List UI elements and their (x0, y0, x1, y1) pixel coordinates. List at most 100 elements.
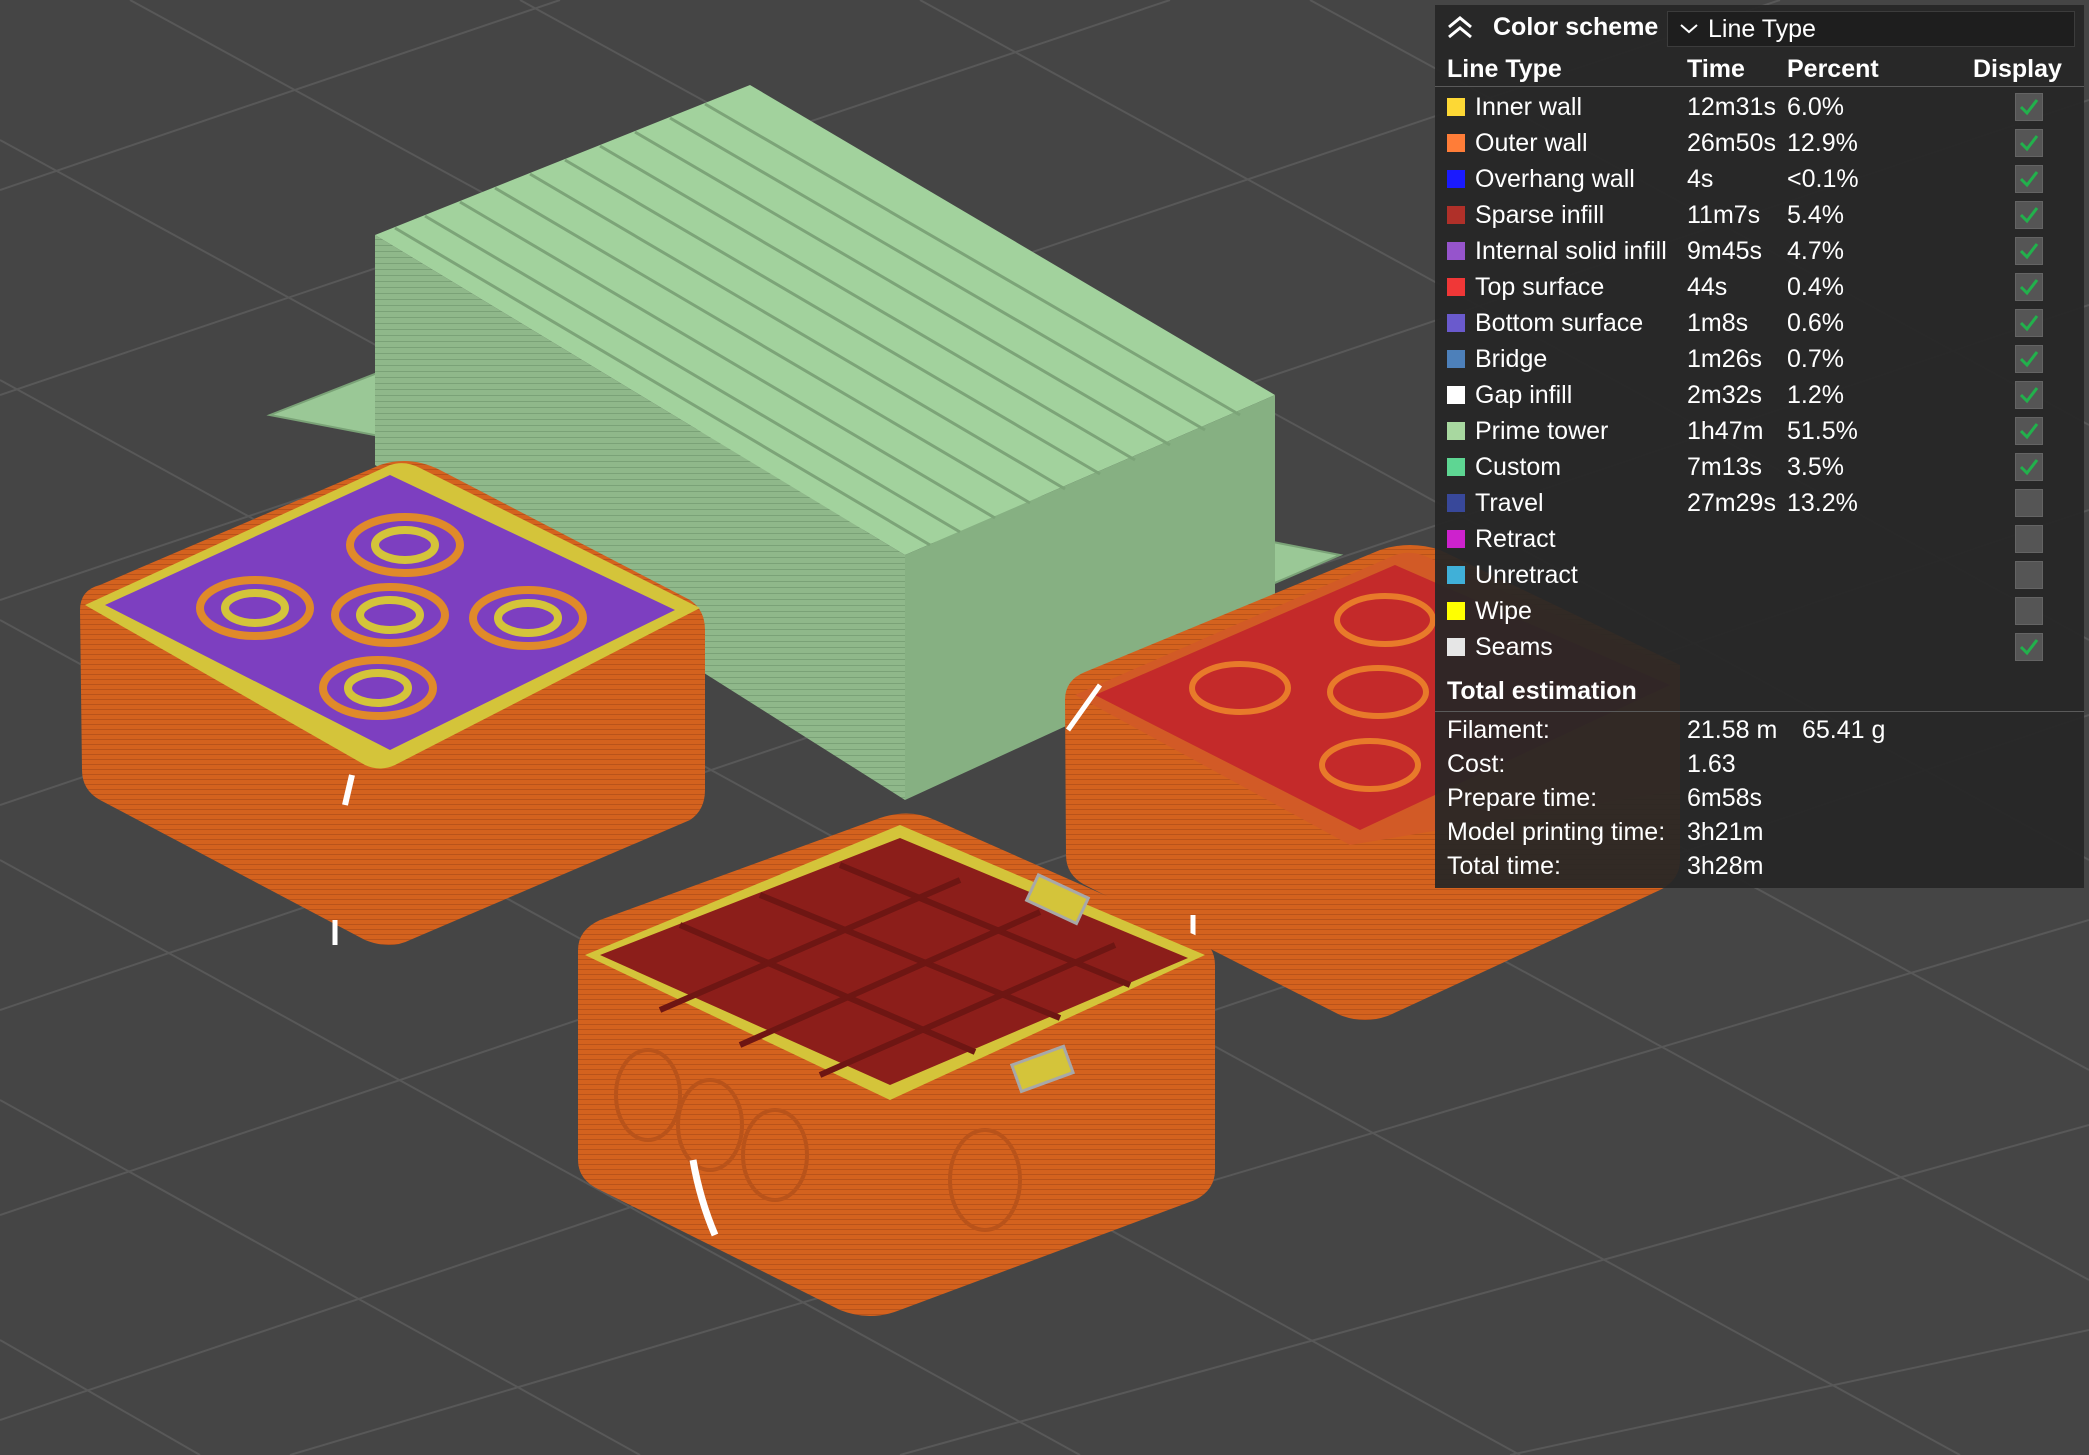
line-type-label: Bottom surface (1475, 309, 1644, 337)
line-type-label: Gap infill (1475, 381, 1573, 409)
display-checkbox[interactable] (2015, 381, 2043, 409)
line-type-label: Custom (1475, 453, 1562, 481)
line-type-percent: 13.2% (1787, 489, 1858, 517)
display-checkbox[interactable] (2015, 525, 2043, 553)
color-swatch (1447, 494, 1465, 512)
legend-row-unretract: Unretract (1435, 558, 2084, 594)
display-checkbox[interactable] (2015, 129, 2043, 157)
legend-row-seams: Seams (1435, 630, 2084, 666)
total-time-row: Total time: 3h28m (1435, 852, 2084, 886)
header-divider (1435, 86, 2084, 87)
line-type-time: 44s (1687, 273, 1728, 301)
color-swatch (1447, 458, 1465, 476)
display-checkbox[interactable] (2015, 561, 2043, 589)
legend-row-top-surface: Top surface 44s 0.4% (1435, 270, 2084, 306)
checkmark-icon (2019, 459, 2039, 476)
legend-row-wipe: Wipe (1435, 594, 2084, 630)
legend-row-retract: Retract (1435, 522, 2084, 558)
checkmark-icon (2019, 207, 2039, 224)
color-scheme-value: Line Type (1708, 15, 1816, 43)
display-checkbox[interactable] (2015, 633, 2043, 661)
legend-row-overhang-wall: Overhang wall 4s <0.1% (1435, 162, 2084, 198)
legend-row-travel: Travel 27m29s 13.2% (1435, 486, 2084, 522)
display-checkbox[interactable] (2015, 453, 2043, 481)
color-swatch (1447, 170, 1465, 188)
filament-length: 21.58 m (1687, 716, 1778, 744)
line-type-time: 4s (1687, 165, 1714, 193)
line-type-percent: 6.0% (1787, 93, 1844, 121)
line-type-time: 12m31s (1687, 93, 1776, 121)
line-type-label: Bridge (1475, 345, 1548, 373)
display-checkbox[interactable] (2015, 201, 2043, 229)
color-swatch (1447, 602, 1465, 620)
prepare-time-label: Prepare time: (1447, 784, 1598, 812)
line-type-label: Prime tower (1475, 417, 1609, 445)
legend-row-inner-wall: Inner wall 12m31s 6.0% (1435, 90, 2084, 126)
line-type-percent: 4.7% (1787, 237, 1844, 265)
checkmark-icon (2019, 351, 2039, 368)
color-swatch (1447, 530, 1465, 548)
filament-label: Filament: (1447, 716, 1550, 744)
display-checkbox[interactable] (2015, 345, 2043, 373)
line-type-label: Seams (1475, 633, 1553, 661)
column-header-time: Time (1687, 55, 1745, 83)
legend-row-bridge: Bridge 1m26s 0.7% (1435, 342, 2084, 378)
cost-value: 1.63 (1687, 750, 1736, 778)
line-type-time: 11m7s (1687, 201, 1761, 229)
line-type-percent: 5.4% (1787, 201, 1844, 229)
column-header-line-type: Line Type (1447, 55, 1562, 83)
checkmark-icon (2019, 387, 2039, 404)
line-type-label: Top surface (1475, 273, 1605, 301)
line-type-time: 27m29s (1687, 489, 1776, 517)
line-type-percent: 0.6% (1787, 309, 1844, 337)
line-type-percent: 1.2% (1787, 381, 1844, 409)
color-swatch (1447, 566, 1465, 584)
checkmark-icon (2019, 99, 2039, 116)
prepare-time-row: Prepare time: 6m58s (1435, 784, 2084, 818)
chevron-down-icon (1680, 24, 1698, 34)
color-scheme-dropdown[interactable]: Line Type (1667, 11, 2075, 47)
line-type-time: 7m13s (1687, 453, 1763, 481)
line-type-label: Retract (1475, 525, 1556, 553)
checkmark-icon (2019, 171, 2039, 188)
color-swatch (1447, 314, 1465, 332)
display-checkbox[interactable] (2015, 597, 2043, 625)
display-checkbox[interactable] (2015, 489, 2043, 517)
column-header-percent: Percent (1787, 55, 1879, 83)
line-type-label: Sparse infill (1475, 201, 1605, 229)
collapse-icon[interactable] (1445, 13, 1475, 43)
line-type-percent: 51.5% (1787, 417, 1858, 445)
color-swatch (1447, 638, 1465, 656)
display-checkbox[interactable] (2015, 273, 2043, 301)
line-type-time: 1m8s (1687, 309, 1749, 337)
line-type-time: 1h47m (1687, 417, 1764, 445)
display-checkbox[interactable] (2015, 417, 2043, 445)
line-type-percent: 12.9% (1787, 129, 1858, 157)
legend-header: Color scheme Line Type (1435, 5, 2084, 51)
line-type-time: 9m45s (1687, 237, 1763, 265)
color-swatch (1447, 422, 1465, 440)
total-divider (1435, 711, 2084, 712)
cost-label: Cost: (1447, 750, 1506, 778)
display-checkbox[interactable] (2015, 165, 2043, 193)
checkmark-icon (2019, 639, 2039, 656)
checkmark-icon (2019, 135, 2039, 152)
line-type-percent: 0.7% (1787, 345, 1844, 373)
line-type-label: Travel (1475, 489, 1544, 517)
display-checkbox[interactable] (2015, 93, 2043, 121)
checkmark-icon (2019, 243, 2039, 260)
legend-row-custom: Custom 7m13s 3.5% (1435, 450, 2084, 486)
display-checkbox[interactable] (2015, 237, 2043, 265)
legend-row-sparse-infill: Sparse infill 11m7s 5.4% (1435, 198, 2084, 234)
line-type-percent: 0.4% (1787, 273, 1844, 301)
color-swatch (1447, 242, 1465, 260)
display-checkbox[interactable] (2015, 309, 2043, 337)
model-printing-time-label: Model printing time: (1447, 818, 1666, 846)
checkmark-icon (2019, 315, 2039, 332)
color-swatch (1447, 386, 1465, 404)
line-type-time: 2m32s (1687, 381, 1763, 409)
model-printing-time-value: 3h21m (1687, 818, 1764, 846)
legend-panel: Color scheme Line Type Line Type Time Pe… (1435, 5, 2084, 888)
line-type-label: Wipe (1475, 597, 1532, 625)
checkmark-icon (2019, 423, 2039, 440)
